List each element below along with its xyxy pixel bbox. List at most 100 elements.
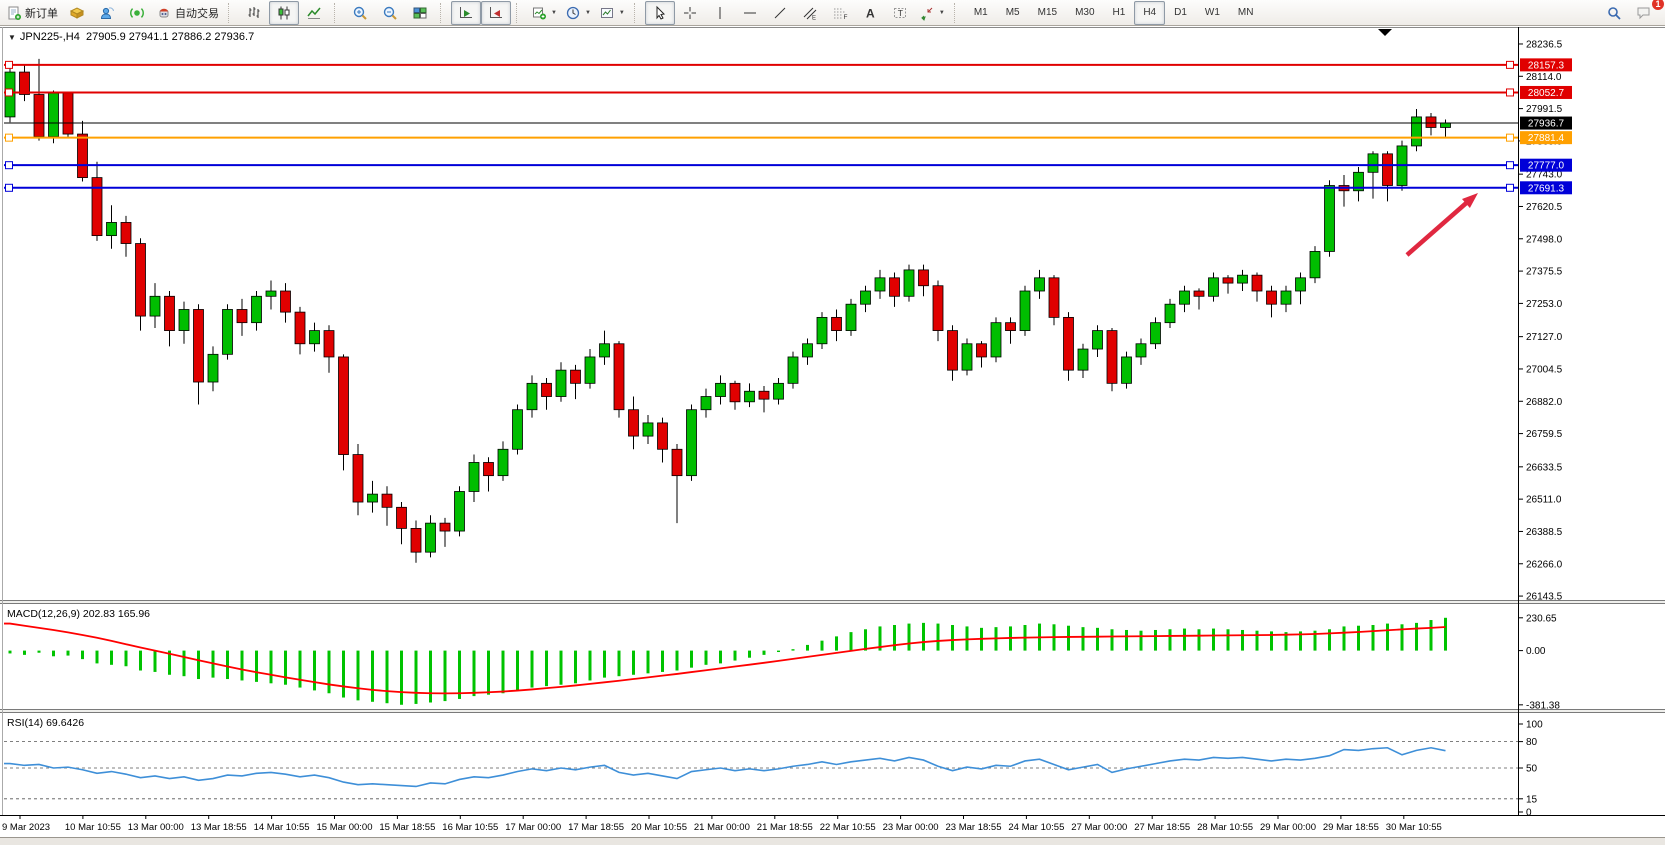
candle-body [1049, 278, 1059, 318]
candle-body [397, 507, 407, 528]
macd-tick-label: 0.00 [1526, 646, 1546, 657]
chart-title: ▼JPN225-,H4 27905.9 27941.1 27886.2 2793… [8, 31, 254, 43]
zoom-out-button[interactable] [375, 1, 405, 25]
toolbar-separator [228, 3, 235, 23]
candle-body [643, 423, 653, 436]
tile-windows-button[interactable] [405, 1, 435, 25]
indicators-button[interactable]: ▼ [527, 1, 561, 25]
price-tick-label: 27991.5 [1526, 104, 1563, 115]
cursor-button[interactable] [645, 1, 675, 25]
hline-icon [742, 5, 758, 21]
tf-d1[interactable]: D1 [1165, 1, 1196, 25]
candle-body [1267, 291, 1277, 304]
channel-button[interactable]: E [795, 1, 825, 25]
signals-button[interactable] [122, 1, 152, 25]
candle-body [1441, 123, 1451, 127]
candle-body [875, 278, 885, 291]
candle-body [252, 296, 262, 322]
line-handle[interactable] [1507, 89, 1514, 96]
tf-d1-label: D1 [1169, 7, 1192, 18]
zoomin-icon [352, 5, 368, 21]
time-tick-label: 17 Mar 00:00 [505, 822, 561, 833]
tf-m1[interactable]: M1 [965, 1, 997, 25]
search-button[interactable] [1599, 1, 1629, 25]
line-handle[interactable] [6, 184, 13, 191]
candle-body [1252, 275, 1262, 291]
candle-body [1209, 278, 1219, 296]
dropdown-caret-icon[interactable]: ▼ [551, 10, 557, 16]
toolbar-separator [954, 3, 961, 23]
tf-h4[interactable]: H4 [1134, 1, 1165, 25]
line-chart-button[interactable] [299, 1, 329, 25]
time-tick-label: 27 Mar 00:00 [1071, 822, 1127, 833]
candle-body [919, 270, 929, 286]
candle-body [542, 383, 552, 396]
candle-body [1368, 154, 1378, 172]
time-tick-label: 23 Mar 18:55 [946, 822, 1002, 833]
macd-tick-label: 230.65 [1526, 613, 1557, 624]
time-tick-label: 17 Mar 18:55 [568, 822, 624, 833]
notification-badge: 1 [1652, 0, 1664, 10]
text-button[interactable]: A [855, 1, 885, 25]
time-tick-label: 24 Mar 10:55 [1008, 822, 1064, 833]
line-handle[interactable] [6, 162, 13, 169]
tf-mn[interactable]: MN [1229, 1, 1263, 25]
clock-icon [565, 5, 581, 21]
time-tick-label: 13 Mar 00:00 [128, 822, 184, 833]
chat-button[interactable]: 1 [1629, 1, 1659, 25]
crosshair-button[interactable] [675, 1, 705, 25]
candlestick-button[interactable] [269, 1, 299, 25]
price-badge-label: 28052.7 [1528, 88, 1565, 99]
tf-h1[interactable]: H1 [1104, 1, 1135, 25]
line-handle[interactable] [6, 89, 13, 96]
periods-button[interactable]: ▼ [561, 1, 595, 25]
candle-body [498, 449, 508, 475]
zoom-in-button[interactable] [345, 1, 375, 25]
candle-body [1325, 185, 1335, 251]
dropdown-caret-icon[interactable]: ▼ [939, 10, 945, 16]
tf-m15[interactable]: M15 [1029, 1, 1066, 25]
fibonacci-button[interactable]: F [825, 1, 855, 25]
line-handle[interactable] [1507, 134, 1514, 141]
label-button[interactable]: T [885, 1, 915, 25]
candle-body [150, 296, 160, 316]
auto-scroll-button[interactable] [451, 1, 481, 25]
horizontal-line-button[interactable] [735, 1, 765, 25]
rsi-tick-label: 15 [1526, 794, 1538, 805]
time-tick-label: 9 Mar 2023 [2, 822, 50, 833]
wallet-icon [69, 5, 85, 21]
price-tick-label: 26759.5 [1526, 429, 1563, 440]
dropdown-caret-icon[interactable]: ▼ [619, 10, 625, 16]
autotrading-button[interactable]: 自动交易 [152, 1, 223, 25]
trendline-button[interactable] [765, 1, 795, 25]
tf-m30[interactable]: M30 [1066, 1, 1103, 25]
virtual-hosting-button[interactable] [92, 1, 122, 25]
line-handle[interactable] [6, 61, 13, 68]
vertical-line-button[interactable] [705, 1, 735, 25]
arrows-button[interactable]: ▼ [915, 1, 949, 25]
line-handle[interactable] [1507, 162, 1514, 169]
trendline-icon [772, 5, 788, 21]
line-handle[interactable] [1507, 184, 1514, 191]
candle-body [92, 178, 102, 236]
tf-m5[interactable]: M5 [997, 1, 1029, 25]
candle-body [1223, 278, 1233, 283]
time-tick-label: 14 Mar 10:55 [254, 822, 310, 833]
candle-body [310, 331, 320, 344]
time-tick-label: 28 Mar 10:55 [1197, 822, 1253, 833]
chart-shift-button[interactable] [481, 1, 511, 25]
labelt-icon: T [892, 5, 908, 21]
new-order-button[interactable]: 新订单 [2, 1, 62, 25]
time-tick-label: 13 Mar 18:55 [191, 822, 247, 833]
dropdown-caret-icon[interactable]: ▼ [585, 10, 591, 16]
chart-collapse-caret-icon[interactable]: ▼ [8, 33, 16, 42]
tf-w1[interactable]: W1 [1196, 1, 1229, 25]
line-handle[interactable] [1507, 61, 1514, 68]
templates-button[interactable]: ▼ [595, 1, 629, 25]
time-tick-label: 20 Mar 10:55 [631, 822, 687, 833]
svg-text:A: A [866, 6, 875, 20]
bar-chart-button[interactable] [239, 1, 269, 25]
metaeditor-button[interactable] [62, 1, 92, 25]
line-handle[interactable] [6, 134, 13, 141]
candle-body [730, 383, 740, 401]
